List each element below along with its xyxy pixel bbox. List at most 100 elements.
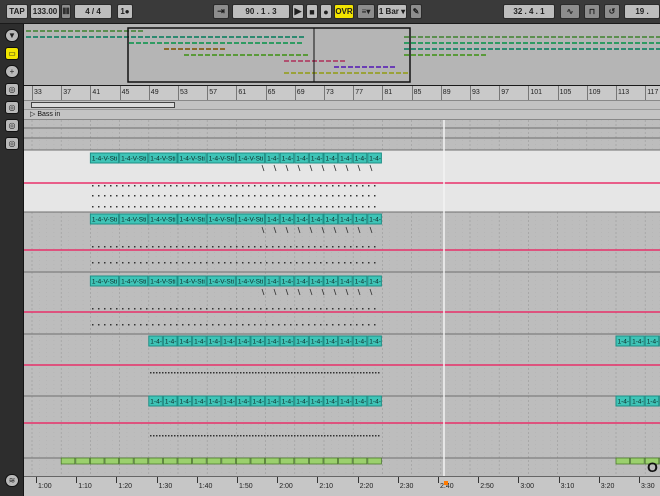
overview-clip [229, 36, 234, 38]
time-tick [558, 477, 560, 483]
midi-note [344, 324, 346, 326]
tempo-follower-button[interactable]: ≋ [5, 474, 19, 487]
midi-note [180, 372, 182, 374]
clip-label: 1-4- [340, 279, 352, 286]
tap-tempo-button[interactable]: TAP [6, 4, 28, 19]
overview-clip [404, 48, 409, 50]
sends-toggle-button[interactable]: ◎ [5, 119, 19, 132]
draw-mode-button[interactable]: ✎ [410, 4, 422, 19]
overview-clip [418, 54, 423, 56]
midi-note [296, 324, 298, 326]
midi-note [314, 206, 316, 208]
automation-mark [369, 226, 373, 234]
midi-note [158, 262, 160, 264]
midi-note [164, 246, 166, 248]
midi-note [98, 324, 100, 326]
metronome-button[interactable]: 1● [117, 4, 133, 19]
play-button[interactable]: ▶ [292, 4, 304, 19]
midi-note [170, 185, 172, 187]
overview-clip [347, 72, 352, 74]
overview-clip [628, 36, 633, 38]
beat-time-ruler[interactable]: 33 37 41 45 49 53 57 61 65 69 73 77 81 85 89 93 97 101 105… [24, 86, 660, 101]
time-signature-field[interactable]: 4 / 4 [74, 4, 112, 19]
automation-curve-button[interactable]: ∿ [560, 4, 580, 19]
returns-toggle-button[interactable]: ◎ [5, 137, 19, 150]
overdub-button[interactable]: OVR [334, 4, 354, 19]
overview-clip [131, 30, 136, 32]
record-button[interactable]: ● [320, 4, 332, 19]
midi-note [230, 308, 232, 310]
midi-note [110, 324, 112, 326]
overview-clip [205, 54, 210, 56]
io-toggle-button[interactable]: ◎ [5, 101, 19, 114]
overview-clip [418, 48, 423, 50]
midi-note [242, 206, 244, 208]
midi-note [92, 195, 94, 197]
midi-note [267, 435, 269, 437]
midi-note [204, 435, 206, 437]
overview-clip [152, 36, 157, 38]
add-locator-button[interactable]: + [5, 65, 19, 78]
browser-toggle-button[interactable]: ◎ [5, 83, 19, 96]
clip-label: 1-4- [326, 279, 338, 286]
midi-note [302, 324, 304, 326]
automation-mark [345, 226, 349, 234]
overview-clip [247, 54, 252, 56]
midi-note [104, 308, 106, 310]
overview-clip [432, 42, 437, 44]
bar-number: 61 [238, 89, 247, 96]
punch-in-button[interactable]: ⊓ [584, 4, 600, 19]
bar-number: 105 [559, 89, 572, 96]
collapse-button[interactable]: ▼ [5, 29, 19, 42]
overview-clip [404, 36, 409, 38]
tempo-nudge-button[interactable]: ⦀⦀ [61, 4, 71, 19]
midi-note [152, 262, 154, 264]
loop-bar[interactable] [24, 101, 660, 110]
arrangement-overview[interactable] [24, 24, 660, 86]
arrangement-area[interactable]: 1-4-V-Sti 1-4-V-Sti 1-4-V-Sti 1-4-V-Sti 1-4-… [24, 120, 660, 476]
quantize-select[interactable]: 1 Bar ▾ [377, 4, 407, 19]
overview-clip [185, 42, 190, 44]
overview-clip [297, 42, 302, 44]
midi-note [302, 185, 304, 187]
midi-note [188, 308, 190, 310]
clip-label: 1-4- [355, 156, 367, 163]
midi-note [284, 246, 286, 248]
overview-clip [551, 42, 556, 44]
loop-length-field[interactable]: 32 . 4 . 1 [503, 4, 555, 19]
overview-clip [171, 48, 176, 50]
stop-button[interactable]: ■ [306, 4, 318, 19]
overview-clip [68, 30, 73, 32]
midi-note [230, 324, 232, 326]
arrangement-view-button[interactable]: ▭ [5, 47, 19, 60]
midi-note [200, 324, 202, 326]
loop-brace[interactable] [31, 102, 175, 108]
overview-clip [586, 36, 591, 38]
overview-clip [233, 54, 238, 56]
midi-note [242, 308, 244, 310]
midi-note [321, 372, 323, 374]
overview-clip [136, 42, 141, 44]
clip-label: 1-4- [296, 217, 308, 224]
locator-bass-in[interactable]: ▷ Bass in [30, 110, 60, 118]
arrangement-position-field[interactable]: 90 . 1 . 3 [232, 4, 290, 19]
time-ruler[interactable]: 1:00 1:10 1:20 1:30 1:40 1:50 2:00 2:10 2:20 2:30… [24, 476, 660, 496]
overview-clip [299, 36, 304, 38]
midi-note [210, 435, 212, 437]
midi-note [224, 262, 226, 264]
loop-toggle-button[interactable]: ↺ [604, 4, 620, 19]
overview-clip [33, 30, 38, 32]
quantize-menu-button[interactable]: ≡▾ [357, 4, 375, 19]
clip-label: 1-4- [647, 339, 659, 346]
midi-note [368, 195, 370, 197]
tempo-field[interactable]: 133.00 [30, 4, 60, 19]
clip-label: 1-4- [267, 217, 279, 224]
follow-button[interactable]: ⇥ [213, 4, 229, 19]
overview-clip [131, 36, 136, 38]
overview-clip [40, 36, 45, 38]
overview-clip [138, 30, 143, 32]
midi-note [218, 308, 220, 310]
overview-clip [178, 48, 183, 50]
midi-note [258, 372, 260, 374]
midi-note [279, 372, 281, 374]
